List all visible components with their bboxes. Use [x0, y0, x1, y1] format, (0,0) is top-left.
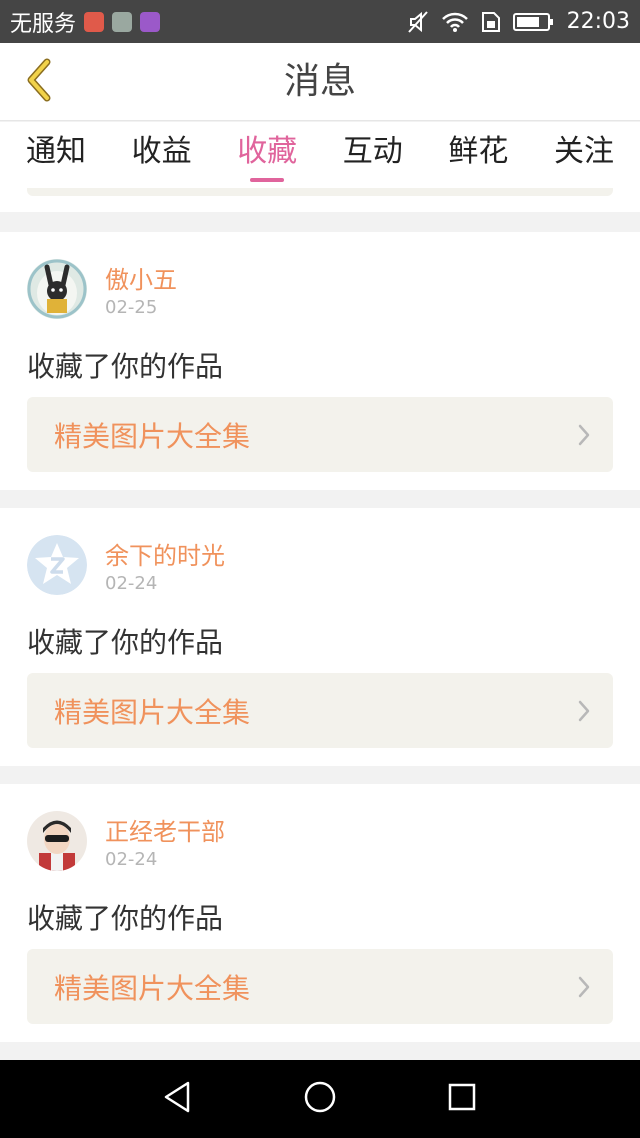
- chevron-right-icon: [577, 699, 591, 727]
- mute-icon: [407, 10, 429, 34]
- back-triangle-icon: [162, 1080, 192, 1118]
- user-name[interactable]: 傲小五: [105, 260, 177, 295]
- status-left: 无服务: [10, 6, 161, 38]
- home-circle-icon: [303, 1080, 337, 1118]
- action-text: 收藏了你的作品: [27, 626, 224, 659]
- tab-notifications[interactable]: 通知: [26, 122, 86, 188]
- message-card: 正经老干部 02-24 收藏了你的作品 精美图片大全集: [0, 784, 640, 1042]
- tab-label: 收益: [131, 134, 192, 169]
- tab-label: 关注: [553, 134, 614, 169]
- tab-bar: 通知 收益 收藏 互动 鲜花 关注: [0, 122, 640, 188]
- status-bar: 无服务 22:03: [0, 0, 640, 43]
- page-title: 消息: [283, 61, 356, 102]
- message-card: 傲小五 02-25 收藏了你的作品 精美图片大全集: [0, 232, 640, 490]
- work-link[interactable]: 精美图片大全集: [27, 949, 613, 1024]
- tab-flowers[interactable]: 鲜花: [448, 122, 508, 188]
- nav-back-button[interactable]: [160, 1080, 194, 1118]
- post-date: 02-25: [105, 297, 158, 318]
- work-title: 精美图片大全集: [54, 696, 251, 729]
- partial-card: [0, 188, 640, 212]
- action-text: 收藏了你的作品: [27, 902, 224, 935]
- tab-label: 收藏: [237, 134, 298, 169]
- header: 消息: [0, 43, 640, 121]
- user-name[interactable]: 正经老干部: [105, 812, 225, 847]
- post-date: 02-24: [105, 849, 158, 870]
- recents-square-icon: [447, 1082, 477, 1116]
- wifi-icon: [441, 11, 469, 33]
- tab-favorites[interactable]: 收藏: [237, 122, 297, 188]
- work-link[interactable]: 精美图片大全集: [27, 673, 613, 748]
- tab-label: 互动: [342, 134, 403, 169]
- photo-app-icon: [112, 11, 133, 32]
- status-right: 22:03: [407, 9, 630, 34]
- message-card: 余下的时光 02-24 收藏了你的作品 精美图片大全集: [0, 508, 640, 766]
- action-text: 收藏了你的作品: [27, 350, 224, 383]
- avatar[interactable]: [27, 811, 87, 871]
- tab-follows[interactable]: 关注: [554, 122, 614, 188]
- work-title: 精美图片大全集: [54, 972, 251, 1005]
- post-date: 02-24: [105, 573, 158, 594]
- mail-app-icon: [84, 11, 105, 32]
- message-list[interactable]: 傲小五 02-25 收藏了你的作品 精美图片大全集 余下的时光 02-24 收藏…: [0, 188, 640, 1060]
- chevron-right-icon: [577, 975, 591, 1003]
- partial-work-link[interactable]: [27, 188, 613, 196]
- carrier-text: 无服务: [10, 11, 77, 37]
- avatar[interactable]: [27, 259, 87, 319]
- navigation-bar: [0, 1060, 640, 1138]
- active-tab-indicator: [250, 178, 285, 182]
- tab-interactions[interactable]: 互动: [343, 122, 403, 188]
- work-title: 精美图片大全集: [54, 420, 251, 453]
- gallery-app-icon: [140, 11, 161, 32]
- status-time: 22:03: [566, 9, 630, 34]
- tab-earnings[interactable]: 收益: [132, 122, 192, 188]
- nav-home-button[interactable]: [303, 1080, 337, 1118]
- tab-label: 鲜花: [448, 134, 509, 169]
- chevron-right-icon: [577, 423, 591, 451]
- work-link[interactable]: 精美图片大全集: [27, 397, 613, 472]
- tab-label: 通知: [26, 134, 86, 169]
- battery-icon: [512, 11, 555, 33]
- sim-icon: [481, 11, 501, 33]
- nav-recents-button[interactable]: [445, 1082, 479, 1116]
- user-name[interactable]: 余下的时光: [105, 536, 225, 571]
- avatar[interactable]: [27, 535, 87, 595]
